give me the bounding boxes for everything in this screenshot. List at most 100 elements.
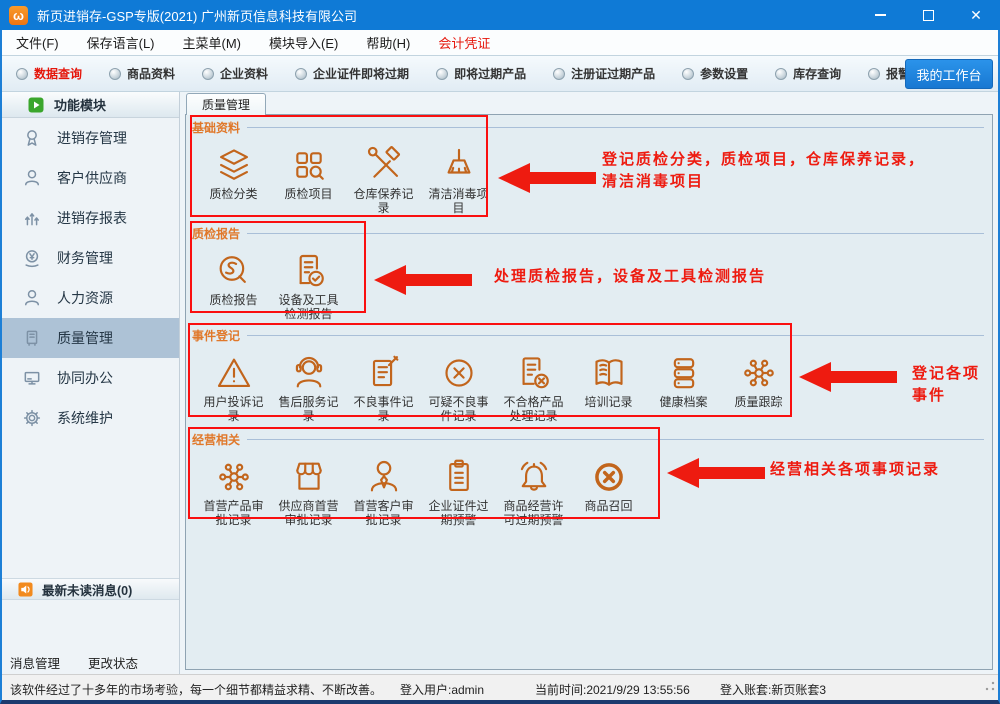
x-circle-bold-icon	[589, 454, 629, 500]
play-module-icon	[28, 97, 44, 113]
gear-icon	[22, 408, 42, 428]
radio-dot-icon	[202, 68, 214, 80]
feature-warehouse-maintenance-record[interactable]: 仓库保养记录	[346, 142, 421, 216]
tab-quality-management[interactable]: 质量管理	[186, 93, 266, 115]
sidebar-header-label: 功能模块	[54, 95, 106, 114]
sidebar-item-inventory-management[interactable]: 进销存管理	[2, 118, 179, 158]
person-icon	[22, 168, 42, 188]
medal-icon	[22, 128, 42, 148]
sidebar-item-customer-supplier[interactable]: 客户供应商	[2, 158, 179, 198]
close-icon: ✕	[970, 7, 982, 24]
tools-icon	[364, 142, 404, 188]
headset-icon	[289, 350, 329, 396]
radio-dot-icon	[109, 68, 121, 80]
feature-first-product-approval-record[interactable]: 首营产品审批记录	[196, 454, 271, 528]
toolbar-product-info[interactable]: 商品资料	[109, 65, 175, 82]
broom-icon	[439, 142, 479, 188]
menu-save-language[interactable]: 保存语言(L)	[87, 33, 155, 52]
minimize-icon	[875, 14, 886, 16]
group-divider	[247, 233, 984, 234]
status-login-account: 登入账套:新页账套3	[720, 681, 826, 698]
maximize-button[interactable]	[904, 0, 952, 30]
toolbar-enterprise-info[interactable]: 企业资料	[202, 65, 268, 82]
sidebar-item-finance-management[interactable]: 财务管理	[2, 238, 179, 278]
group-divider	[247, 335, 984, 336]
feature-enterprise-certificate-expiry-alert[interactable]: 企业证件过期预警	[421, 454, 496, 528]
feature-product-recall[interactable]: 商品召回	[571, 454, 646, 528]
molecule-icon	[214, 454, 254, 500]
toolbar-data-query[interactable]: 数据查询	[16, 65, 82, 82]
radio-dot-icon	[868, 68, 880, 80]
speaker-icon	[18, 582, 33, 597]
feature-after-sales-service-record[interactable]: 售后服务记录	[271, 350, 346, 424]
change-status-link[interactable]: 更改状态	[88, 653, 138, 672]
feature-first-customer-approval-record[interactable]: 首营客户审批记录	[346, 454, 421, 528]
x-circle-icon	[439, 350, 479, 396]
menu-help[interactable]: 帮助(H)	[366, 33, 410, 52]
message-management-link[interactable]: 消息管理	[10, 653, 60, 672]
group-title: 事件登记	[192, 327, 240, 344]
money-icon	[22, 248, 42, 268]
sidebar-header: 功能模块	[2, 92, 179, 118]
sidebar-footer: 消息管理 更改状态	[2, 651, 179, 674]
menu-module-import[interactable]: 模块导入(E)	[269, 33, 338, 52]
feature-equipment-tool-test-report[interactable]: 设备及工具检测报告	[271, 248, 346, 322]
book-icon	[589, 350, 629, 396]
sidebar-item-collaborative-office[interactable]: 协同办公	[2, 358, 179, 398]
close-button[interactable]: ✕	[952, 0, 1000, 30]
radio-dot-icon	[775, 68, 787, 80]
feature-qc-report[interactable]: 质检报告	[196, 248, 271, 322]
menu-file[interactable]: 文件(F)	[16, 33, 59, 52]
menu-accounting-voucher[interactable]: 会计凭证	[438, 33, 490, 52]
group-event-registration: 事件登记 用户投诉记录 售后服务记录 不良事件记录	[192, 327, 984, 424]
radio-dot-icon	[16, 68, 28, 80]
toolbar-parameter-settings[interactable]: 参数设置	[682, 65, 748, 82]
feature-qc-item[interactable]: 质检项目	[271, 142, 346, 216]
toolbar-expiring-products[interactable]: 即将过期产品	[436, 65, 526, 82]
feature-suspected-adverse-event-record[interactable]: 可疑不良事件记录	[421, 350, 496, 424]
tool-bar: 数据查询 商品资料 企业资料 企业证件即将过期 即将过期产品 注册证过期产品 参…	[2, 56, 998, 92]
feature-adverse-event-record[interactable]: 不良事件记录	[346, 350, 421, 424]
feature-nonconforming-product-handling-record[interactable]: 不合格产品处理记录	[496, 350, 571, 424]
feature-health-archive[interactable]: 健康档案	[646, 350, 721, 424]
radio-dot-icon	[295, 68, 307, 80]
notebook-icon	[22, 328, 42, 348]
sidebar-item-human-resources[interactable]: 人力资源	[2, 278, 179, 318]
feature-qc-category[interactable]: 质检分类	[196, 142, 271, 216]
doc-pencil-icon	[364, 350, 404, 396]
clipboard-icon	[439, 454, 479, 500]
feature-cleaning-disinfection-item[interactable]: 清洁消毒项目	[421, 142, 496, 216]
toolbar-enterprise-cert-expiring[interactable]: 企业证件即将过期	[295, 65, 409, 82]
quality-management-panel: 基础资料 质检分类 质检项目 仓库保养记录	[185, 114, 993, 670]
group-divider	[247, 127, 984, 128]
feature-quality-tracking[interactable]: 质量跟踪	[721, 350, 796, 424]
group-title: 经营相关	[192, 431, 240, 448]
app-logo-icon: ω	[9, 6, 28, 25]
molecule-icon	[739, 350, 779, 396]
feature-user-complaint-record[interactable]: 用户投诉记录	[196, 350, 271, 424]
status-current-time: 当前时间:2021/9/29 13:55:56	[535, 681, 690, 698]
minimize-button[interactable]	[856, 0, 904, 30]
radio-dot-icon	[553, 68, 565, 80]
doc-check-icon	[289, 248, 329, 294]
my-workbench-button[interactable]: 我的工作台	[905, 59, 993, 89]
sidebar-item-system-maintenance[interactable]: 系统维护	[2, 398, 179, 438]
toolbar-registration-cert-expired-products[interactable]: 注册证过期产品	[553, 65, 655, 82]
unread-messages-label: 最新未读消息(0)	[42, 580, 132, 599]
toolbar-inventory-query[interactable]: 库存查询	[775, 65, 841, 82]
feature-business-license-expiry-alert[interactable]: 商品经营许可过期预警	[496, 454, 571, 528]
group-title: 质检报告	[192, 225, 240, 242]
tab-bar: 质量管理	[180, 92, 998, 114]
sidebar: 功能模块 进销存管理 客户供应商 进销存报表 财务管理 人力资源	[2, 92, 180, 674]
sidebar-item-quality-management[interactable]: 质量管理	[2, 318, 179, 358]
feature-training-record[interactable]: 培训记录	[571, 350, 646, 424]
menu-main-menu[interactable]: 主菜单(M)	[183, 33, 242, 52]
resize-grip[interactable]	[985, 681, 995, 691]
radio-dot-icon	[682, 68, 694, 80]
unread-messages-bar[interactable]: 最新未读消息(0)	[2, 578, 179, 600]
feature-supplier-first-approval-record[interactable]: 供应商首营审批记录	[271, 454, 346, 528]
doc-x-icon	[514, 350, 554, 396]
grid-search-icon	[289, 142, 329, 188]
sidebar-item-inventory-reports[interactable]: 进销存报表	[2, 198, 179, 238]
group-qc-reports: 质检报告 质检报告 设备及工具检测报告	[192, 225, 984, 322]
